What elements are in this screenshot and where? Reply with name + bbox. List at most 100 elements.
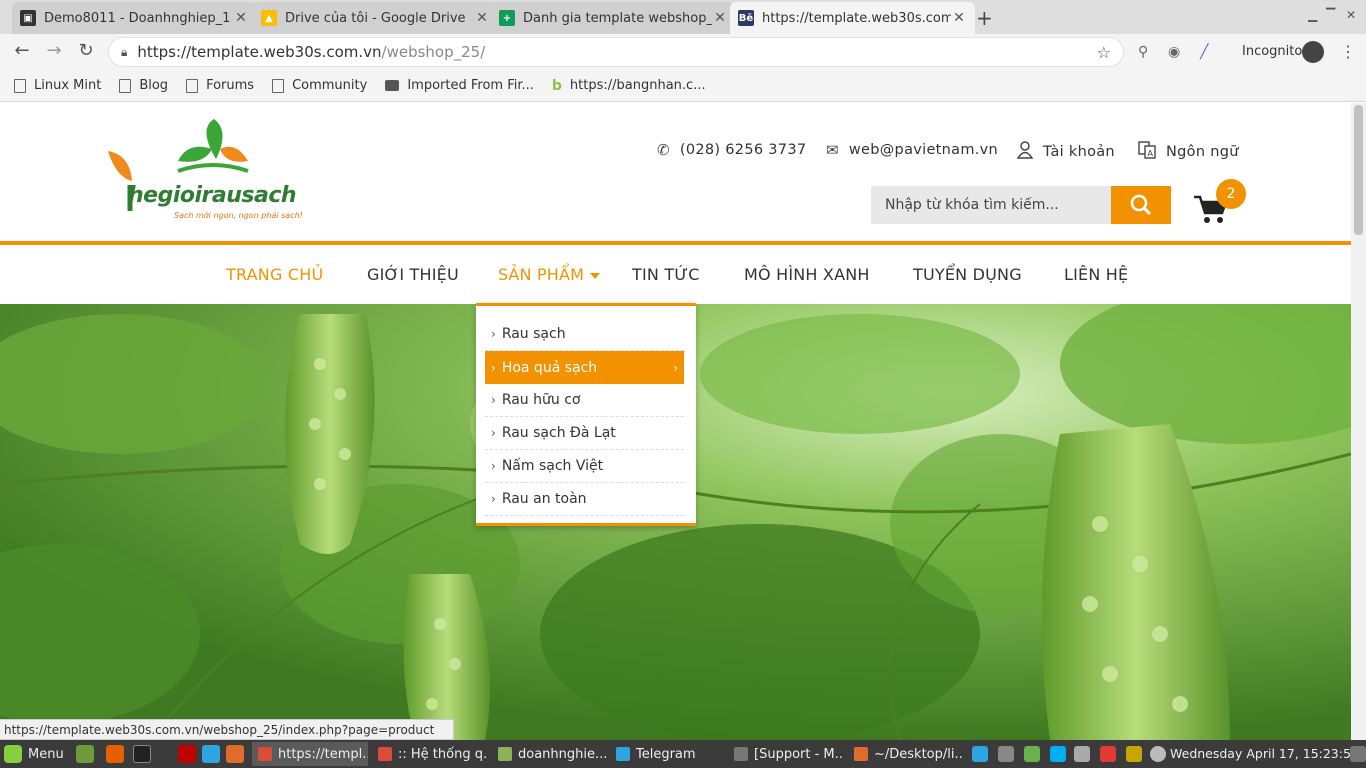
behance-icon: Bē <box>738 10 754 26</box>
header-phone[interactable]: ✆ (028) 6256 3737 <box>657 141 806 159</box>
pen-tray-icon[interactable] <box>1074 746 1090 762</box>
page-scrollbar[interactable] <box>1351 103 1366 740</box>
dropdown-item[interactable]: › Nấm sạch Việt <box>485 450 684 483</box>
dropdown-item-label: Rau sạch <box>501 326 566 342</box>
extension-icon[interactable]: ╱ <box>1200 44 1208 60</box>
nav-item-news[interactable]: TIN TỨC <box>632 265 700 284</box>
task-label: :: Hệ thống q... <box>398 746 488 762</box>
new-tab-button[interactable]: + <box>976 6 993 30</box>
header-account[interactable]: Tài khoản <box>1016 141 1115 163</box>
dropdown-item-label: Rau sạch Đà Lạt <box>501 425 616 441</box>
bookmark-folder[interactable]: Imported From Fir... <box>385 78 534 93</box>
anydesk-tray-icon[interactable] <box>1100 746 1116 762</box>
bookmark-item[interactable]: Linux Mint <box>14 78 101 93</box>
task-label: [Support - M... <box>754 746 844 762</box>
address-bar[interactable]: 🔒︎ https://template.web30s.com.vn/websho… <box>108 37 1124 67</box>
shield-tray-icon[interactable] <box>1024 746 1040 762</box>
page-icon <box>186 78 199 93</box>
user-icon <box>1016 141 1034 163</box>
bookmark-item[interactable]: Blog <box>119 78 168 93</box>
cart-count-badge: 2 <box>1216 179 1246 209</box>
tab-close-icon[interactable]: ✕ <box>951 10 967 26</box>
firefox-icon[interactable] <box>106 745 124 763</box>
scrollbar-thumb[interactable] <box>1354 105 1363 235</box>
phone-icon: ✆ <box>657 141 670 159</box>
camera-icon[interactable]: ◉ <box>1168 44 1180 60</box>
browser-tab[interactable]: + Danh gia template webshop_25 ✕ <box>491 2 736 34</box>
start-menu-label: Menu <box>28 746 64 762</box>
email-address: web@pavietnam.vn <box>848 142 999 158</box>
taskbar-task[interactable]: Telegram <box>610 742 726 766</box>
search-icon <box>1130 194 1152 216</box>
bookmark-item[interactable]: Community <box>272 78 367 93</box>
network-tray-icon[interactable] <box>1126 746 1142 762</box>
dropdown-item[interactable]: › Rau sạch Đà Lạt <box>485 417 684 450</box>
bookmark-label: https://bangnhan.c... <box>569 78 706 93</box>
maximize-icon[interactable]: ▔ <box>1326 8 1335 22</box>
page-viewport: hegioirausach Sạch mới ngon, ngon phải s… <box>0 103 1351 740</box>
task-label: Telegram <box>636 746 696 762</box>
telegram-tray-icon[interactable] <box>972 746 988 762</box>
dropdown-item-label: Nấm sạch Việt <box>501 458 604 474</box>
close-window-icon[interactable]: ✕ <box>1346 8 1356 22</box>
dropdown-item-label: Rau an toàn <box>501 491 587 507</box>
app-icon <box>734 747 748 761</box>
browser-tab[interactable]: ▣ Demo8011 - Doanhnghiep_1 | ✕ <box>12 2 257 34</box>
filezilla-icon[interactable] <box>178 745 196 763</box>
keyboard-tray-icon[interactable] <box>998 746 1014 762</box>
nav-item-contact[interactable]: LIÊN HỆ <box>1064 265 1128 284</box>
dropdown-item[interactable]: › Rau sạch <box>485 318 684 351</box>
chrome-icon <box>258 747 272 761</box>
incognito-label: Incognito <box>1242 44 1303 59</box>
user-tray-icon[interactable] <box>1150 746 1166 762</box>
skype-tray-icon[interactable] <box>1050 746 1066 762</box>
nav-item-products[interactable]: SẢN PHẨM <box>498 265 601 284</box>
sheets-icon: + <box>499 10 515 26</box>
site-logo[interactable]: hegioirausach Sạch mới ngon, ngon phải s… <box>108 119 303 220</box>
taskbar-task[interactable]: [Support - M... <box>728 742 844 766</box>
show-desktop-icon[interactable] <box>76 745 94 763</box>
header-language[interactable]: A Ngôn ngữ <box>1138 141 1239 163</box>
page-icon <box>272 78 285 93</box>
notification-tray-icon[interactable] <box>1350 746 1366 762</box>
tab-title: Drive của tôi - Google Drive <box>285 10 466 26</box>
bookmark-item[interactable]: b https://bangnhan.c... <box>552 78 706 94</box>
nav-item-home[interactable]: TRANG CHỦ <box>226 265 323 284</box>
dropdown-item[interactable]: › Rau hữu cơ <box>485 384 684 417</box>
forward-button[interactable]: → <box>42 40 66 61</box>
reload-button[interactable]: ↻ <box>74 40 98 61</box>
taskbar-task[interactable]: ~/Desktop/li... <box>848 742 964 766</box>
nav-item-recruitment[interactable]: TUYỂN DỤNG <box>913 265 1022 284</box>
back-button[interactable]: ← <box>10 40 34 61</box>
submenu-arrow-icon: › <box>673 360 678 375</box>
dropdown-item[interactable]: › Rau an toàn <box>485 483 684 516</box>
tab-close-icon[interactable]: ✕ <box>474 10 490 26</box>
taskbar-clock[interactable]: Wednesday April 17, 15:23:50 <box>1170 746 1359 761</box>
terminal-icon[interactable] <box>133 745 151 763</box>
tab-close-icon[interactable]: ✕ <box>712 10 728 26</box>
minimize-icon[interactable]: ▁ <box>1308 8 1317 22</box>
bookmark-item[interactable]: Forums <box>186 78 254 93</box>
browser-tab-active[interactable]: Bē https://template.web30s.com.vn ✕ <box>730 2 975 34</box>
telegram-icon[interactable] <box>202 745 220 763</box>
taskbar-task[interactable]: :: Hệ thống q... <box>372 742 488 766</box>
lock-icon: 🔒︎ <box>121 44 128 59</box>
tab-close-icon[interactable]: ✕ <box>233 10 249 26</box>
taskbar-task[interactable]: https://templ... <box>252 742 368 766</box>
nav-item-about[interactable]: GIỚI THIỆU <box>367 265 459 284</box>
search-input[interactable] <box>871 186 1111 224</box>
taskbar-task[interactable]: doanhnghie... <box>492 742 608 766</box>
location-icon[interactable]: ⚲ <box>1138 44 1148 60</box>
search-button[interactable] <box>1111 186 1171 224</box>
nav-item-green-model[interactable]: MÔ HÌNH XANH <box>744 265 870 284</box>
header-email[interactable]: ✉ web@pavietnam.vn <box>826 141 998 159</box>
sublime-icon[interactable] <box>226 745 244 763</box>
browser-tab[interactable]: ▲ Drive của tôi - Google Drive ✕ <box>253 2 498 34</box>
start-menu-button[interactable]: Menu <box>4 745 64 763</box>
envelope-icon: ✉ <box>826 141 839 159</box>
tab-favicon-icon: ▣ <box>20 10 36 26</box>
bookmark-star-icon[interactable]: ☆ <box>1097 43 1111 62</box>
dropdown-item-active[interactable]: › Hoa quả sạch › <box>485 351 684 384</box>
folder-icon <box>498 747 512 761</box>
browser-menu-icon[interactable]: ⋮ <box>1340 42 1356 61</box>
